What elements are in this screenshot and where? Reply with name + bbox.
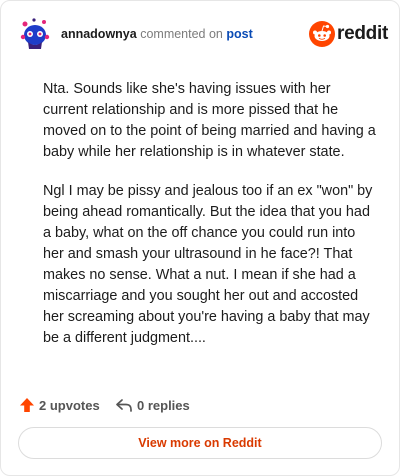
upvote-arrow-icon[interactable] — [19, 397, 35, 413]
reply-action[interactable]: 0 replies — [115, 395, 190, 415]
reddit-wordmark: reddit — [337, 23, 388, 44]
comment-actions: 2 upvotes 0 replies — [19, 395, 381, 415]
post-link[interactable]: post — [226, 27, 252, 41]
reply-count: 0 replies — [137, 397, 190, 413]
reddit-brand[interactable]: reddit — [309, 19, 388, 49]
comment-paragraph-2: Ngl I may be pissy and jealous too if an… — [43, 183, 373, 346]
comment-header: annadownya commented on post reddit — [19, 17, 388, 53]
comment-meta: annadownya commented on post — [61, 27, 253, 41]
reply-arrow-icon — [116, 399, 132, 412]
comment-paragraph-1: Nta. Sounds like she's having issues wit… — [43, 81, 376, 160]
reddit-embed-card: annadownya commented on post reddit Nta.… — [0, 0, 400, 476]
reddit-logo-icon — [309, 21, 335, 47]
comment-body: Nta. Sounds like she's having issues wit… — [43, 79, 379, 367]
commented-on-text: commented on — [140, 27, 223, 41]
snoo-avatar-icon[interactable] — [19, 17, 51, 51]
upvote-count: 2 upvotes — [39, 397, 100, 413]
upvote-action[interactable]: 2 upvotes — [19, 395, 100, 415]
view-more-button[interactable]: View more on Reddit — [18, 427, 382, 459]
username-link[interactable]: annadownya — [61, 27, 137, 41]
